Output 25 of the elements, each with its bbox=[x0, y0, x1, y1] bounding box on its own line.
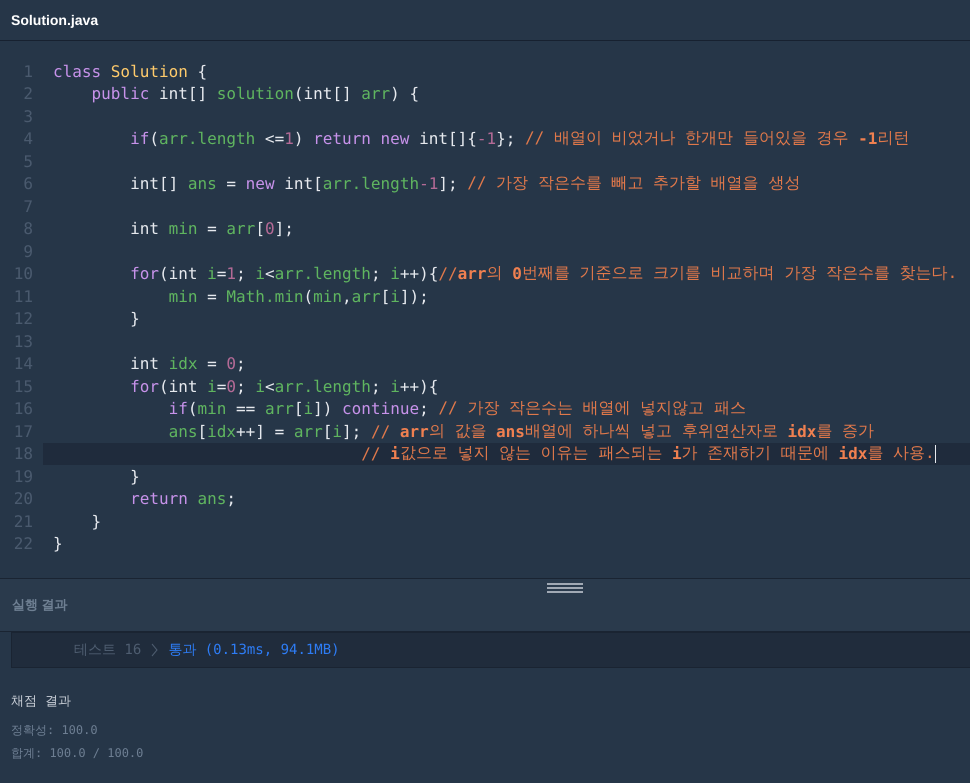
code-line: min = Math.min(min,arr[i]); bbox=[168, 286, 430, 308]
test-result: 통과 (0.13ms, 94.1MB) bbox=[168, 641, 340, 659]
code-line: return ans; bbox=[129, 488, 238, 510]
resize-handle-icon[interactable] bbox=[547, 583, 583, 593]
code-line: for(int i=0; i<arr.length; i++){ bbox=[129, 376, 440, 398]
grading-title: 채점 결과 bbox=[11, 693, 72, 710]
code-line: for(int i=1; i<arr.length; i++){//arr의 0번째를 기준으로 크기를 비교하며 가장 작은수를 찾는다. bbox=[129, 262, 958, 285]
file-tab[interactable]: Solution.java bbox=[11, 12, 98, 28]
code-line: ans[idx++] = arr[i]; // arr의 값을 ans배열에 하나씩 넣고 후위연산자로 idx를 증가 bbox=[168, 420, 875, 442]
code-line: } bbox=[129, 466, 141, 488]
total-text: 합계: 100.0 / 100.0 bbox=[11, 745, 144, 762]
code-line: } bbox=[129, 308, 141, 330]
code-line: int idx = 0; bbox=[129, 353, 247, 375]
code-line: class Solution { bbox=[52, 60, 208, 82]
code-line: } bbox=[90, 510, 102, 532]
panel-title: 실행 결과 bbox=[12, 596, 68, 614]
code-line: } bbox=[52, 533, 64, 555]
text-cursor bbox=[934, 444, 936, 463]
chevron-icon bbox=[151, 643, 158, 657]
code-line: int min = arr[0]; bbox=[129, 218, 295, 240]
code-line: if(min == arr[i]) continue; // 가장 작은수는 배열에 넣지않고 패스 bbox=[168, 398, 747, 420]
accuracy-text: 정확성: 100.0 bbox=[11, 722, 99, 739]
code-line: if(arr.length <=1) return new int[]{-1}; // 배열이 비었거나 한개만 들어있을 경우 -1리턴 bbox=[129, 128, 910, 150]
code-line: int[] ans = new int[arr.length-1]; // 가장 작은수를 빼고 추가할 배열을 생성 bbox=[129, 172, 802, 195]
code-line: public int[] solution(int[] arr) { bbox=[90, 83, 420, 105]
